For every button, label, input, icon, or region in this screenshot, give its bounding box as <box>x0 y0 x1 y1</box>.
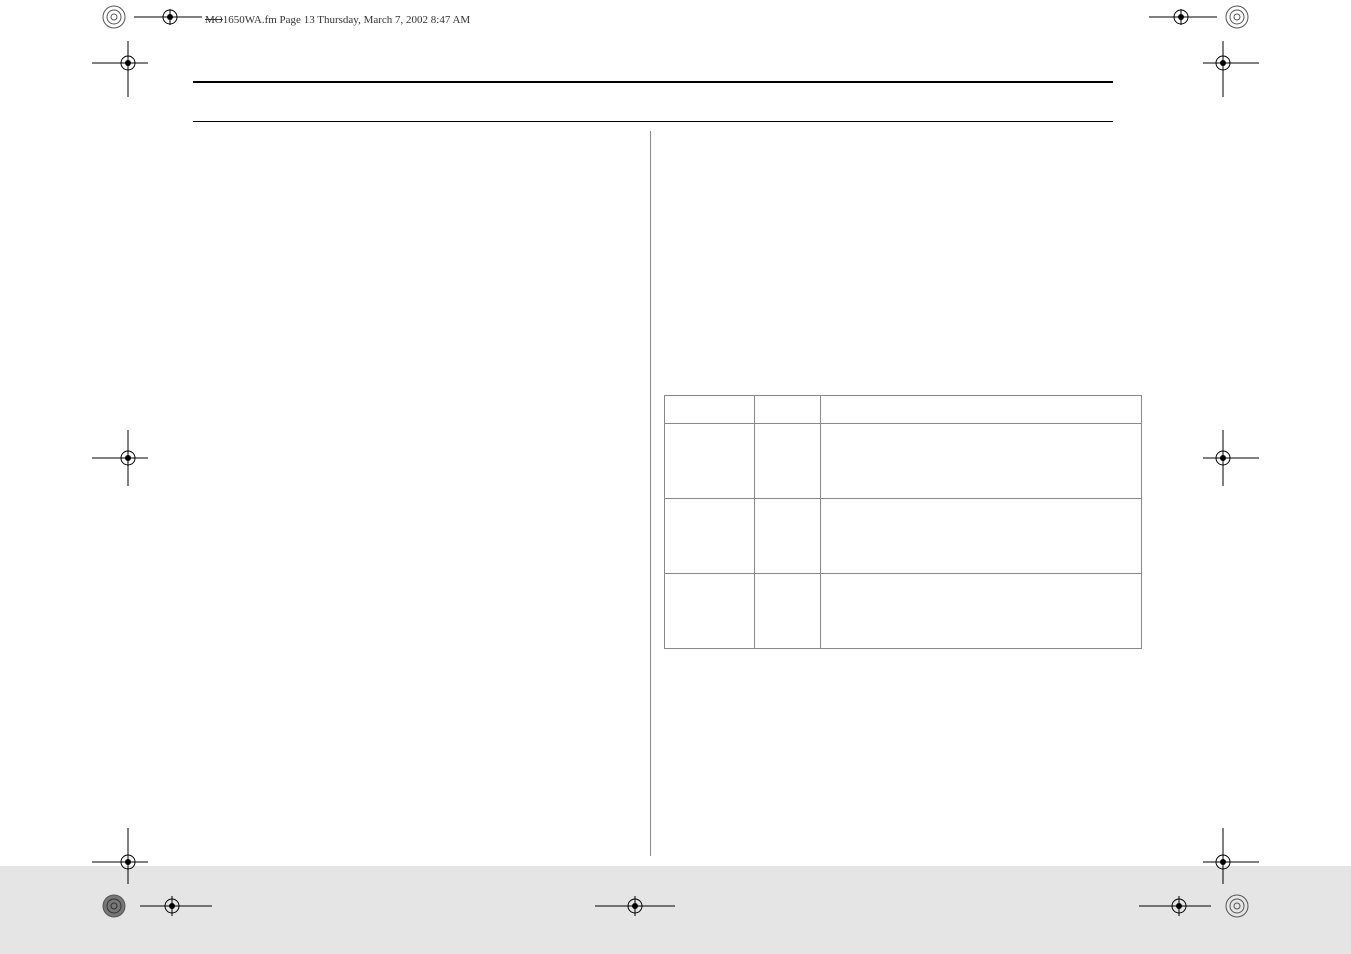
crop-mark-top-right <box>1149 3 1259 39</box>
table-row <box>665 574 1142 649</box>
table-cell <box>665 499 755 574</box>
data-table <box>664 395 1142 649</box>
crop-mark-bot-right <box>1203 828 1259 884</box>
table-cell <box>754 424 820 499</box>
crop-mark-bot-right-2 <box>1139 888 1259 924</box>
column-divider <box>650 131 651 856</box>
crop-mark-top-left-2 <box>92 41 148 97</box>
header-filename-struck: MO <box>205 14 223 26</box>
crop-mark-top-right-2 <box>1203 41 1259 97</box>
table-row <box>665 499 1142 574</box>
table-cell <box>665 574 755 649</box>
table-cell <box>820 499 1141 574</box>
table-cell <box>820 424 1141 499</box>
crop-mark-bot-center <box>595 888 675 924</box>
table-cell <box>754 499 820 574</box>
crop-mark-mid-right <box>1203 430 1259 486</box>
content-rule-top-thin <box>193 121 1113 122</box>
table-row <box>665 424 1142 499</box>
table-cell <box>754 396 820 424</box>
table-cell <box>665 424 755 499</box>
crop-mark-mid-left <box>92 430 148 486</box>
table-row <box>665 396 1142 424</box>
table-cell <box>665 396 755 424</box>
table-cell <box>820 396 1141 424</box>
table-cell <box>754 574 820 649</box>
crop-mark-top-left <box>92 3 202 39</box>
header-filename: MO1650WA.fm Page 13 Thursday, March 7, 2… <box>205 14 470 26</box>
crop-mark-bot-left <box>92 828 148 884</box>
content-rule-top-thick <box>193 81 1113 83</box>
crop-mark-bot-left-2 <box>92 888 212 924</box>
header-filename-rest: 1650WA.fm Page 13 Thursday, March 7, 200… <box>223 14 470 26</box>
table-cell <box>820 574 1141 649</box>
